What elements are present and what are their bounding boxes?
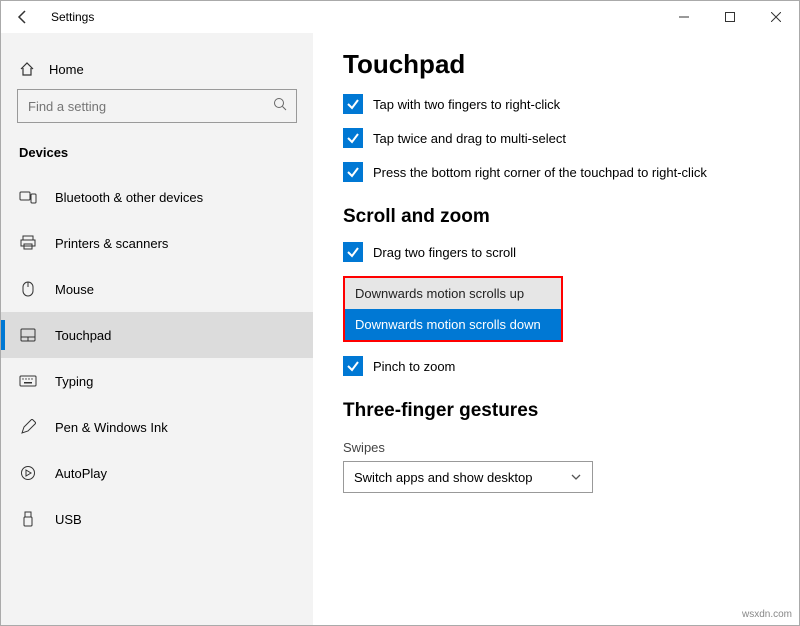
devices-icon bbox=[19, 188, 37, 206]
checkbox-two-finger-tap[interactable]: Tap with two fingers to right-click bbox=[343, 94, 769, 114]
sidebar-item-mouse[interactable]: Mouse bbox=[1, 266, 313, 312]
sidebar: Home Devices Bluetooth & other devices P… bbox=[1, 33, 313, 625]
sidebar-item-label: Bluetooth & other devices bbox=[55, 190, 203, 205]
checkbox-icon bbox=[343, 242, 363, 262]
scroll-direction-dropdown[interactable]: Downwards motion scrolls up Downwards mo… bbox=[343, 276, 563, 342]
checkbox-label: Press the bottom right corner of the tou… bbox=[373, 165, 707, 180]
three-finger-heading: Three-finger gestures bbox=[343, 400, 769, 422]
search-icon bbox=[273, 97, 287, 111]
swipes-select[interactable]: Switch apps and show desktop bbox=[343, 461, 593, 493]
checkbox-tap-twice-drag[interactable]: Tap twice and drag to multi-select bbox=[343, 128, 769, 148]
sidebar-item-printers[interactable]: Printers & scanners bbox=[1, 220, 313, 266]
sidebar-item-autoplay[interactable]: AutoPlay bbox=[1, 450, 313, 496]
printer-icon bbox=[19, 234, 37, 252]
sidebar-item-touchpad[interactable]: Touchpad bbox=[1, 312, 313, 358]
sidebar-item-usb[interactable]: USB bbox=[1, 496, 313, 542]
sidebar-item-label: USB bbox=[55, 512, 82, 527]
sidebar-item-pen[interactable]: Pen & Windows Ink bbox=[1, 404, 313, 450]
sidebar-item-label: Touchpad bbox=[55, 328, 111, 343]
checkbox-icon bbox=[343, 128, 363, 148]
sidebar-item-label: Printers & scanners bbox=[55, 236, 168, 251]
content-panel: Touchpad Tap with two fingers to right-c… bbox=[313, 33, 799, 625]
checkbox-drag-two-fingers[interactable]: Drag two fingers to scroll bbox=[343, 242, 769, 262]
close-button[interactable] bbox=[753, 1, 799, 33]
sidebar-item-typing[interactable]: Typing bbox=[1, 358, 313, 404]
checkbox-bottom-right-corner[interactable]: Press the bottom right corner of the tou… bbox=[343, 162, 769, 182]
home-icon bbox=[19, 61, 35, 77]
watermark: wsxdn.com bbox=[742, 609, 792, 620]
page-title: Touchpad bbox=[343, 49, 769, 80]
window-title: Settings bbox=[51, 10, 94, 24]
swipes-value: Switch apps and show desktop bbox=[354, 470, 533, 485]
chevron-down-icon bbox=[570, 471, 582, 483]
swipes-label: Swipes bbox=[343, 440, 769, 455]
sidebar-item-label: Mouse bbox=[55, 282, 94, 297]
checkbox-icon bbox=[343, 356, 363, 376]
mouse-icon bbox=[19, 280, 37, 298]
back-button[interactable] bbox=[13, 7, 33, 27]
home-link[interactable]: Home bbox=[1, 53, 313, 89]
dropdown-option-scrolls-up[interactable]: Downwards motion scrolls up bbox=[345, 278, 561, 309]
sidebar-item-label: Typing bbox=[55, 374, 93, 389]
search-input[interactable] bbox=[17, 89, 297, 123]
minimize-button[interactable] bbox=[661, 1, 707, 33]
sidebar-item-label: Pen & Windows Ink bbox=[55, 420, 168, 435]
keyboard-icon bbox=[19, 372, 37, 390]
checkbox-label: Drag two fingers to scroll bbox=[373, 245, 516, 260]
checkbox-label: Tap with two fingers to right-click bbox=[373, 97, 560, 112]
scroll-zoom-heading: Scroll and zoom bbox=[343, 206, 769, 228]
checkbox-label: Pinch to zoom bbox=[373, 359, 455, 374]
checkbox-pinch-zoom[interactable]: Pinch to zoom bbox=[343, 356, 769, 376]
maximize-button[interactable] bbox=[707, 1, 753, 33]
checkbox-label: Tap twice and drag to multi-select bbox=[373, 131, 566, 146]
section-header: Devices bbox=[1, 141, 313, 174]
checkbox-icon bbox=[343, 94, 363, 114]
touchpad-icon bbox=[19, 326, 37, 344]
titlebar: Settings bbox=[1, 1, 799, 33]
dropdown-option-scrolls-down[interactable]: Downwards motion scrolls down bbox=[345, 309, 561, 340]
home-label: Home bbox=[49, 62, 84, 77]
checkbox-icon bbox=[343, 162, 363, 182]
usb-icon bbox=[19, 510, 37, 528]
sidebar-item-bluetooth[interactable]: Bluetooth & other devices bbox=[1, 174, 313, 220]
pen-icon bbox=[19, 418, 37, 436]
sidebar-item-label: AutoPlay bbox=[55, 466, 107, 481]
autoplay-icon bbox=[19, 464, 37, 482]
